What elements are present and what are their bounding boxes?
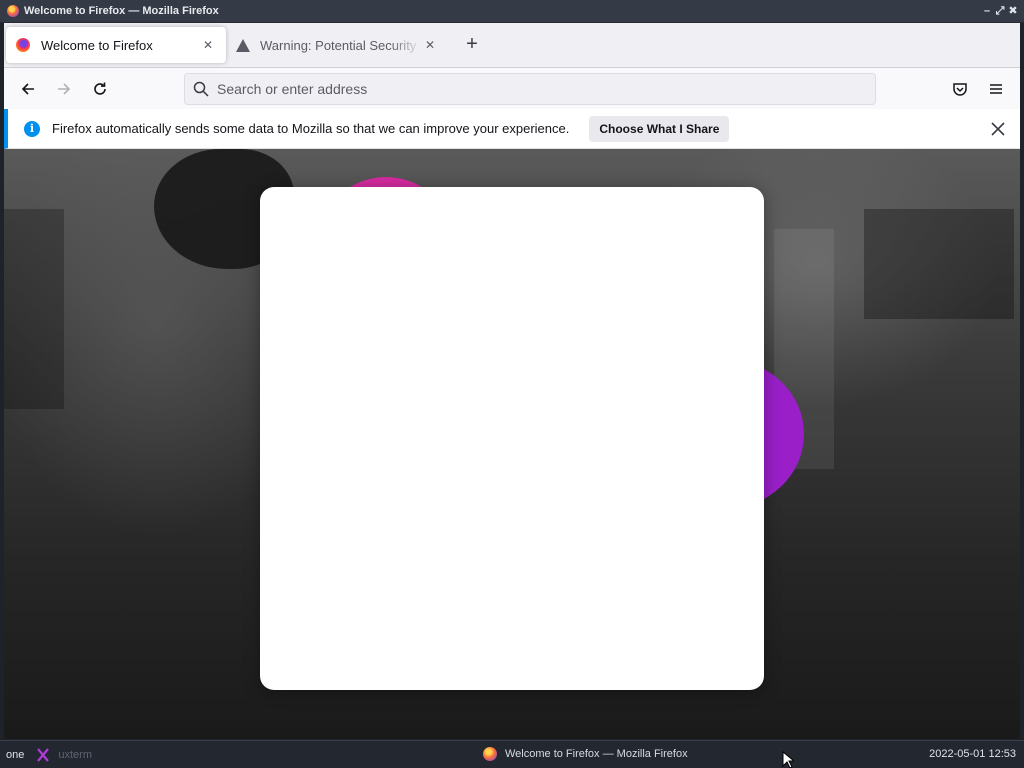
minimize-icon[interactable]: – [982, 4, 992, 18]
hamburger-menu-icon[interactable] [980, 73, 1012, 105]
firefox-icon [483, 747, 497, 761]
tab-security-warning[interactable]: Warning: Potential Security Risk Ahead ✕ [226, 27, 448, 63]
welcome-modal [260, 187, 764, 690]
back-arrow-icon[interactable] [12, 73, 44, 105]
close-icon[interactable] [988, 119, 1008, 139]
background-photo-shape [4, 209, 64, 409]
mouse-cursor-icon [782, 751, 794, 768]
maximize-icon[interactable]: ⤢ [995, 4, 1005, 18]
workspace-label[interactable]: one [6, 749, 24, 761]
tab-close-icon[interactable]: ✕ [422, 37, 438, 53]
window-title: Welcome to Firefox — Mozilla Firefox [24, 5, 219, 17]
warning-icon [236, 38, 250, 52]
tab-label: Welcome to Firefox [41, 37, 153, 53]
xterm-icon [37, 747, 50, 762]
new-tab-button[interactable]: + [458, 31, 486, 59]
info-icon: i [24, 120, 40, 137]
notification-message: Firefox automatically sends some data to… [52, 121, 570, 136]
window-controls: – ⤢ ✖ [982, 4, 1018, 18]
tab-strip: Welcome to Firefox ✕ Warning: Potential … [4, 23, 1020, 67]
firefox-icon [16, 38, 30, 52]
reload-icon[interactable] [84, 73, 116, 105]
data-collection-notification: i Firefox automatically sends some data … [4, 109, 1020, 149]
close-window-icon[interactable]: ✖ [1008, 4, 1018, 18]
taskbar: one uxterm Welcome to Firefox — Mozilla … [0, 740, 1024, 768]
nav-bar [4, 67, 1020, 109]
taskbar-firefox[interactable]: Welcome to Firefox — Mozilla Firefox [483, 747, 688, 761]
window-titlebar[interactable]: Welcome to Firefox — Mozilla Firefox – ⤢… [0, 0, 1024, 23]
forward-arrow-icon[interactable] [48, 73, 80, 105]
pocket-icon[interactable] [944, 73, 976, 105]
firefox-window: Welcome to Firefox ✕ Warning: Potential … [4, 23, 1020, 739]
clock: 2022-05-01 12:53 [929, 748, 1016, 760]
tab-label: Warning: Potential Security Risk Ahead [260, 37, 422, 53]
address-input[interactable] [217, 75, 875, 103]
address-bar[interactable] [184, 73, 876, 105]
background-photo-shape [864, 209, 1014, 319]
taskbar-firefox-label: Welcome to Firefox — Mozilla Firefox [505, 748, 688, 760]
firefox-app-icon [7, 5, 19, 17]
page-content [4, 149, 1020, 739]
choose-what-i-share-button[interactable]: Choose What I Share [589, 115, 730, 142]
taskbar-xterm[interactable]: uxterm [36, 747, 92, 762]
xterm-label: uxterm [58, 748, 92, 761]
tab-welcome[interactable]: Welcome to Firefox ✕ [6, 27, 226, 63]
search-icon [185, 75, 217, 103]
tab-close-icon[interactable]: ✕ [200, 37, 216, 53]
